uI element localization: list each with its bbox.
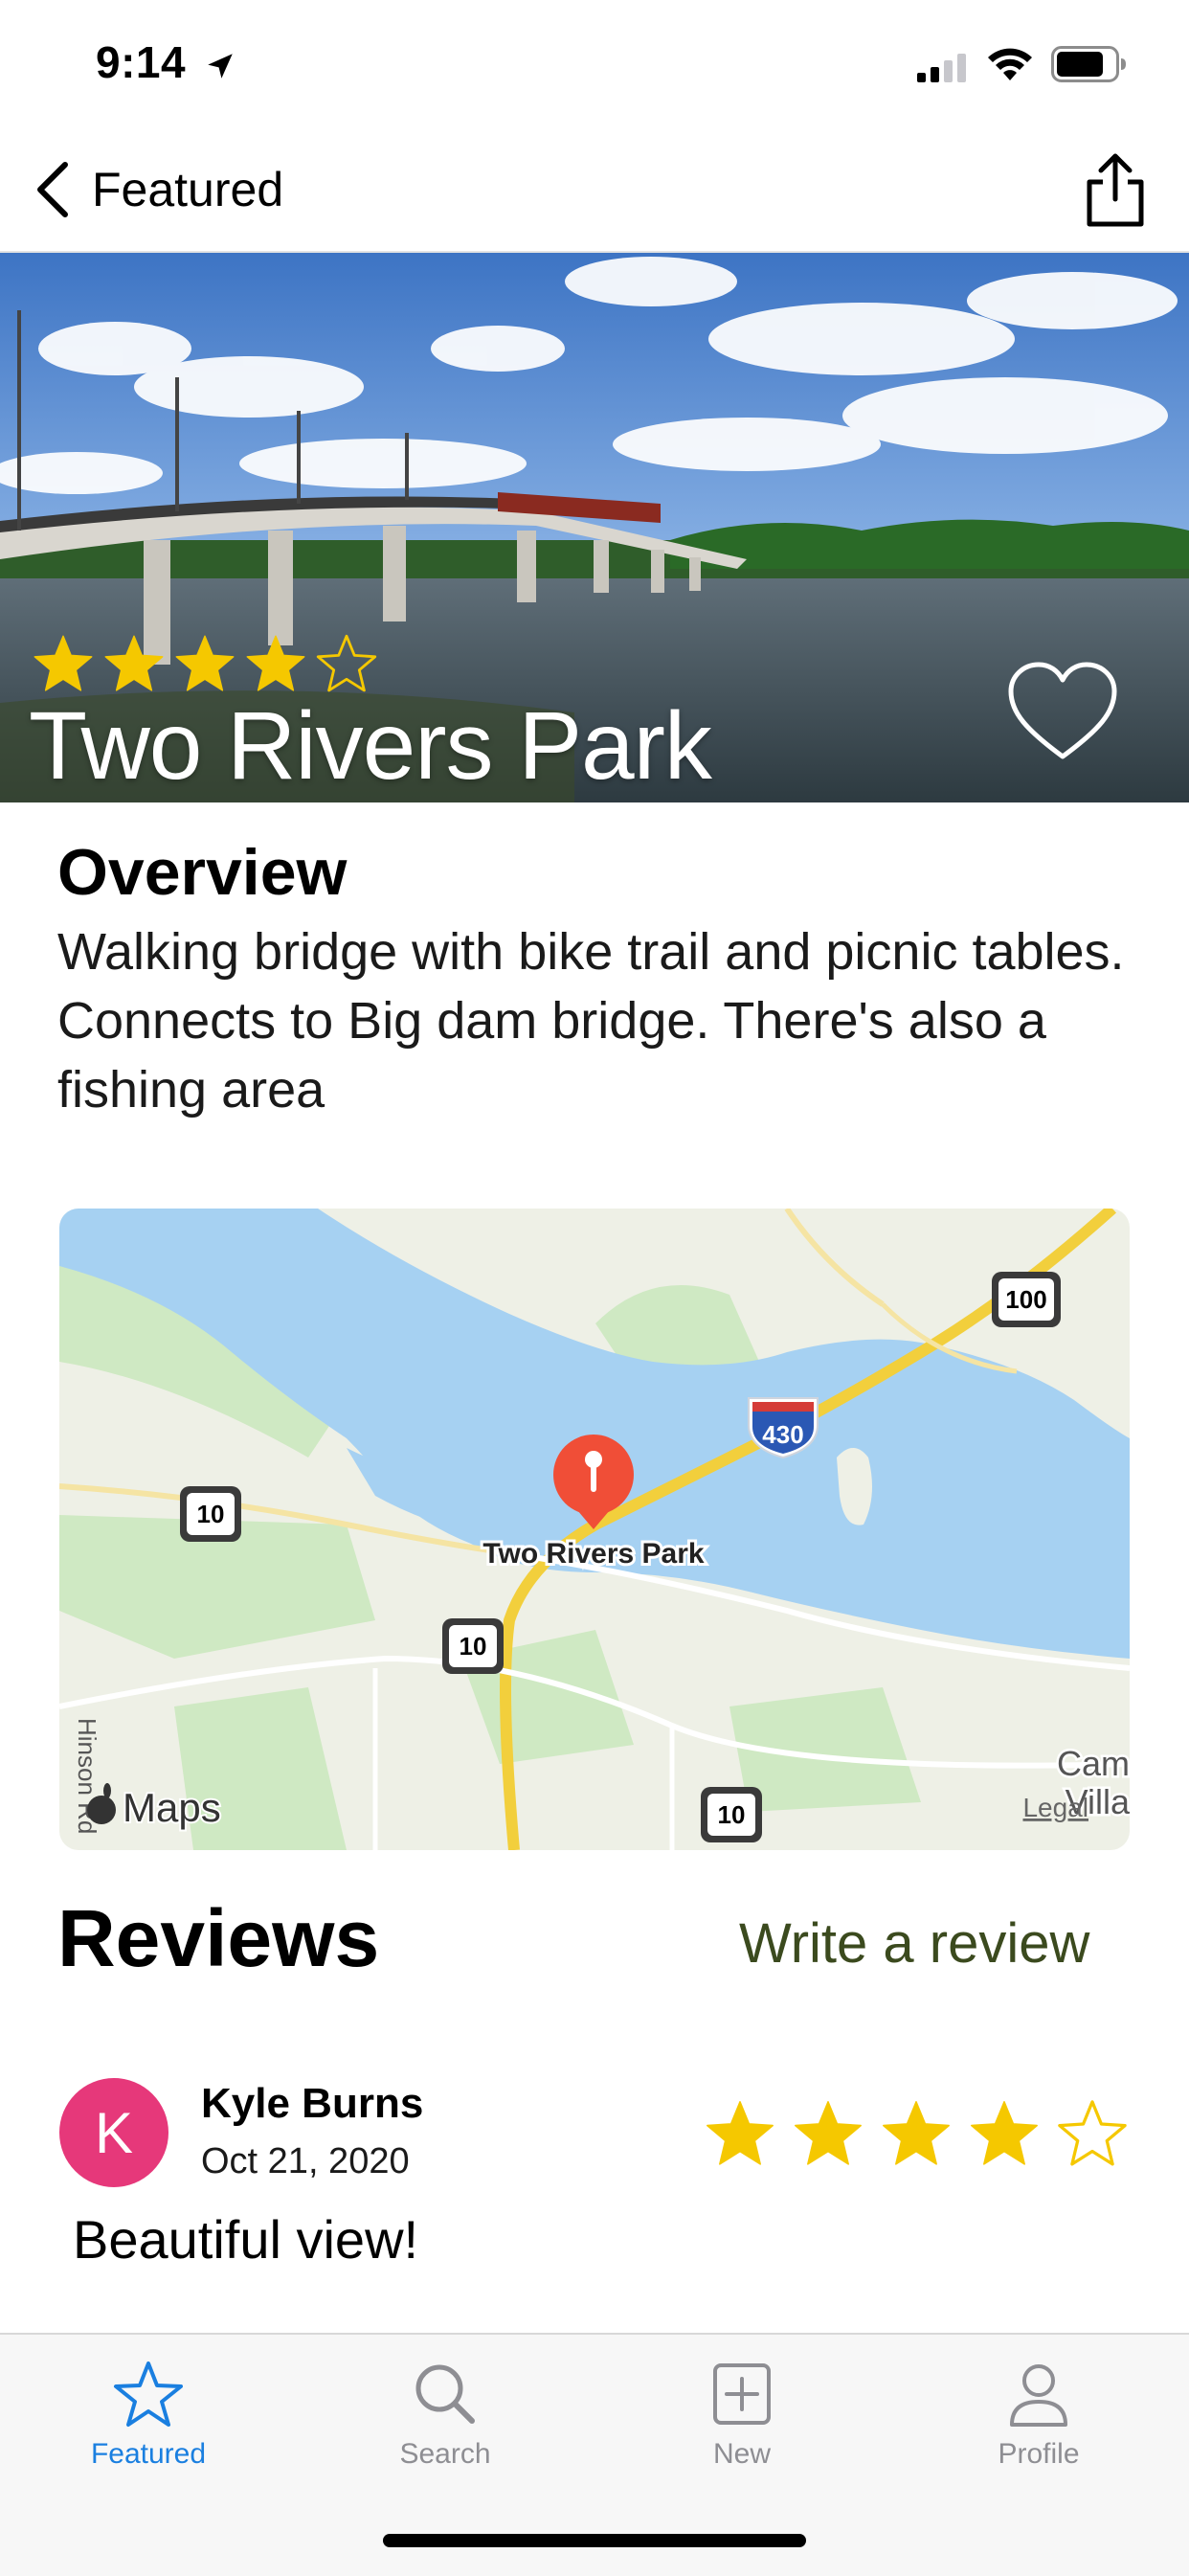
map-shield-label: 430 [762, 1420, 803, 1449]
write-review-button[interactable]: Write a review [739, 1911, 1089, 1976]
tab-new[interactable]: New [632, 2360, 852, 2471]
location-arrow-icon [208, 54, 234, 79]
map-shield-label: 10 [718, 1800, 746, 1829]
tab-label: New [712, 2438, 771, 2470]
avatar-initial: K [94, 2100, 134, 2165]
person-icon [1010, 2364, 1067, 2427]
overview-heading: Overview [57, 836, 348, 909]
review-text: Beautiful view! [73, 2209, 419, 2270]
share-button[interactable] [1080, 151, 1151, 228]
review-date: Oct 21, 2020 [201, 2141, 410, 2181]
map-place-label: Cam [1057, 1744, 1130, 1783]
plus-square-icon [713, 2363, 771, 2425]
maps-attribution: Maps [123, 1785, 221, 1830]
chevron-left-icon [37, 162, 68, 217]
reviews-heading: Reviews [57, 1893, 380, 1983]
review-rating [703, 2097, 1130, 2172]
cellular-signal-icon [917, 54, 969, 87]
back-button[interactable]: Featured [33, 153, 283, 226]
tab-label: Featured [90, 2438, 207, 2470]
reviewer-avatar: K [59, 2078, 168, 2187]
overview-text: Walking bridge with bike trail and picni… [57, 923, 1125, 1119]
star-filled-icon [34, 635, 93, 691]
tab-label: Search [399, 2438, 491, 2470]
star-filled-icon [971, 2101, 1038, 2165]
back-button-label: Featured [92, 163, 284, 216]
tab-profile[interactable]: Profile [929, 2360, 1149, 2471]
park-title: Two Rivers Park [29, 692, 712, 800]
tab-label: Profile [998, 2438, 1080, 2470]
map-pin-label: Two Rivers Park [482, 1538, 705, 1570]
star-filled-icon [104, 635, 164, 691]
favorite-button[interactable] [1007, 661, 1118, 766]
battery-icon [1051, 46, 1128, 87]
search-icon [415, 2364, 475, 2424]
tab-featured[interactable]: Featured [38, 2360, 258, 2471]
map-legal-link[interactable]: Legal [1022, 1793, 1088, 1822]
map-view[interactable]: 100 430 10 10 10 Two Rivers Park Hinson … [59, 1209, 1130, 1850]
map-shield-label: 10 [460, 1632, 487, 1661]
park-rating [31, 632, 379, 697]
tab-search[interactable]: Search [335, 2360, 555, 2471]
star-filled-icon [707, 2101, 774, 2165]
star-empty-icon [1058, 2100, 1127, 2166]
star-filled-icon [175, 635, 235, 691]
star-filled-icon [246, 635, 305, 691]
home-indicator [383, 2534, 806, 2547]
star-icon [114, 2361, 183, 2427]
map-shield-label: 100 [1005, 1285, 1046, 1314]
status-time: 9:14 [96, 36, 236, 88]
star-empty-icon [316, 634, 377, 692]
heart-icon [1008, 662, 1117, 759]
map-shield-label: 10 [197, 1500, 225, 1528]
star-filled-icon [883, 2101, 950, 2165]
star-filled-icon [795, 2101, 862, 2165]
reviewer-name: Kyle Burns [201, 2080, 424, 2127]
status-time-label: 9:14 [96, 37, 187, 87]
share-icon [1087, 153, 1144, 227]
wifi-icon [986, 46, 1034, 87]
